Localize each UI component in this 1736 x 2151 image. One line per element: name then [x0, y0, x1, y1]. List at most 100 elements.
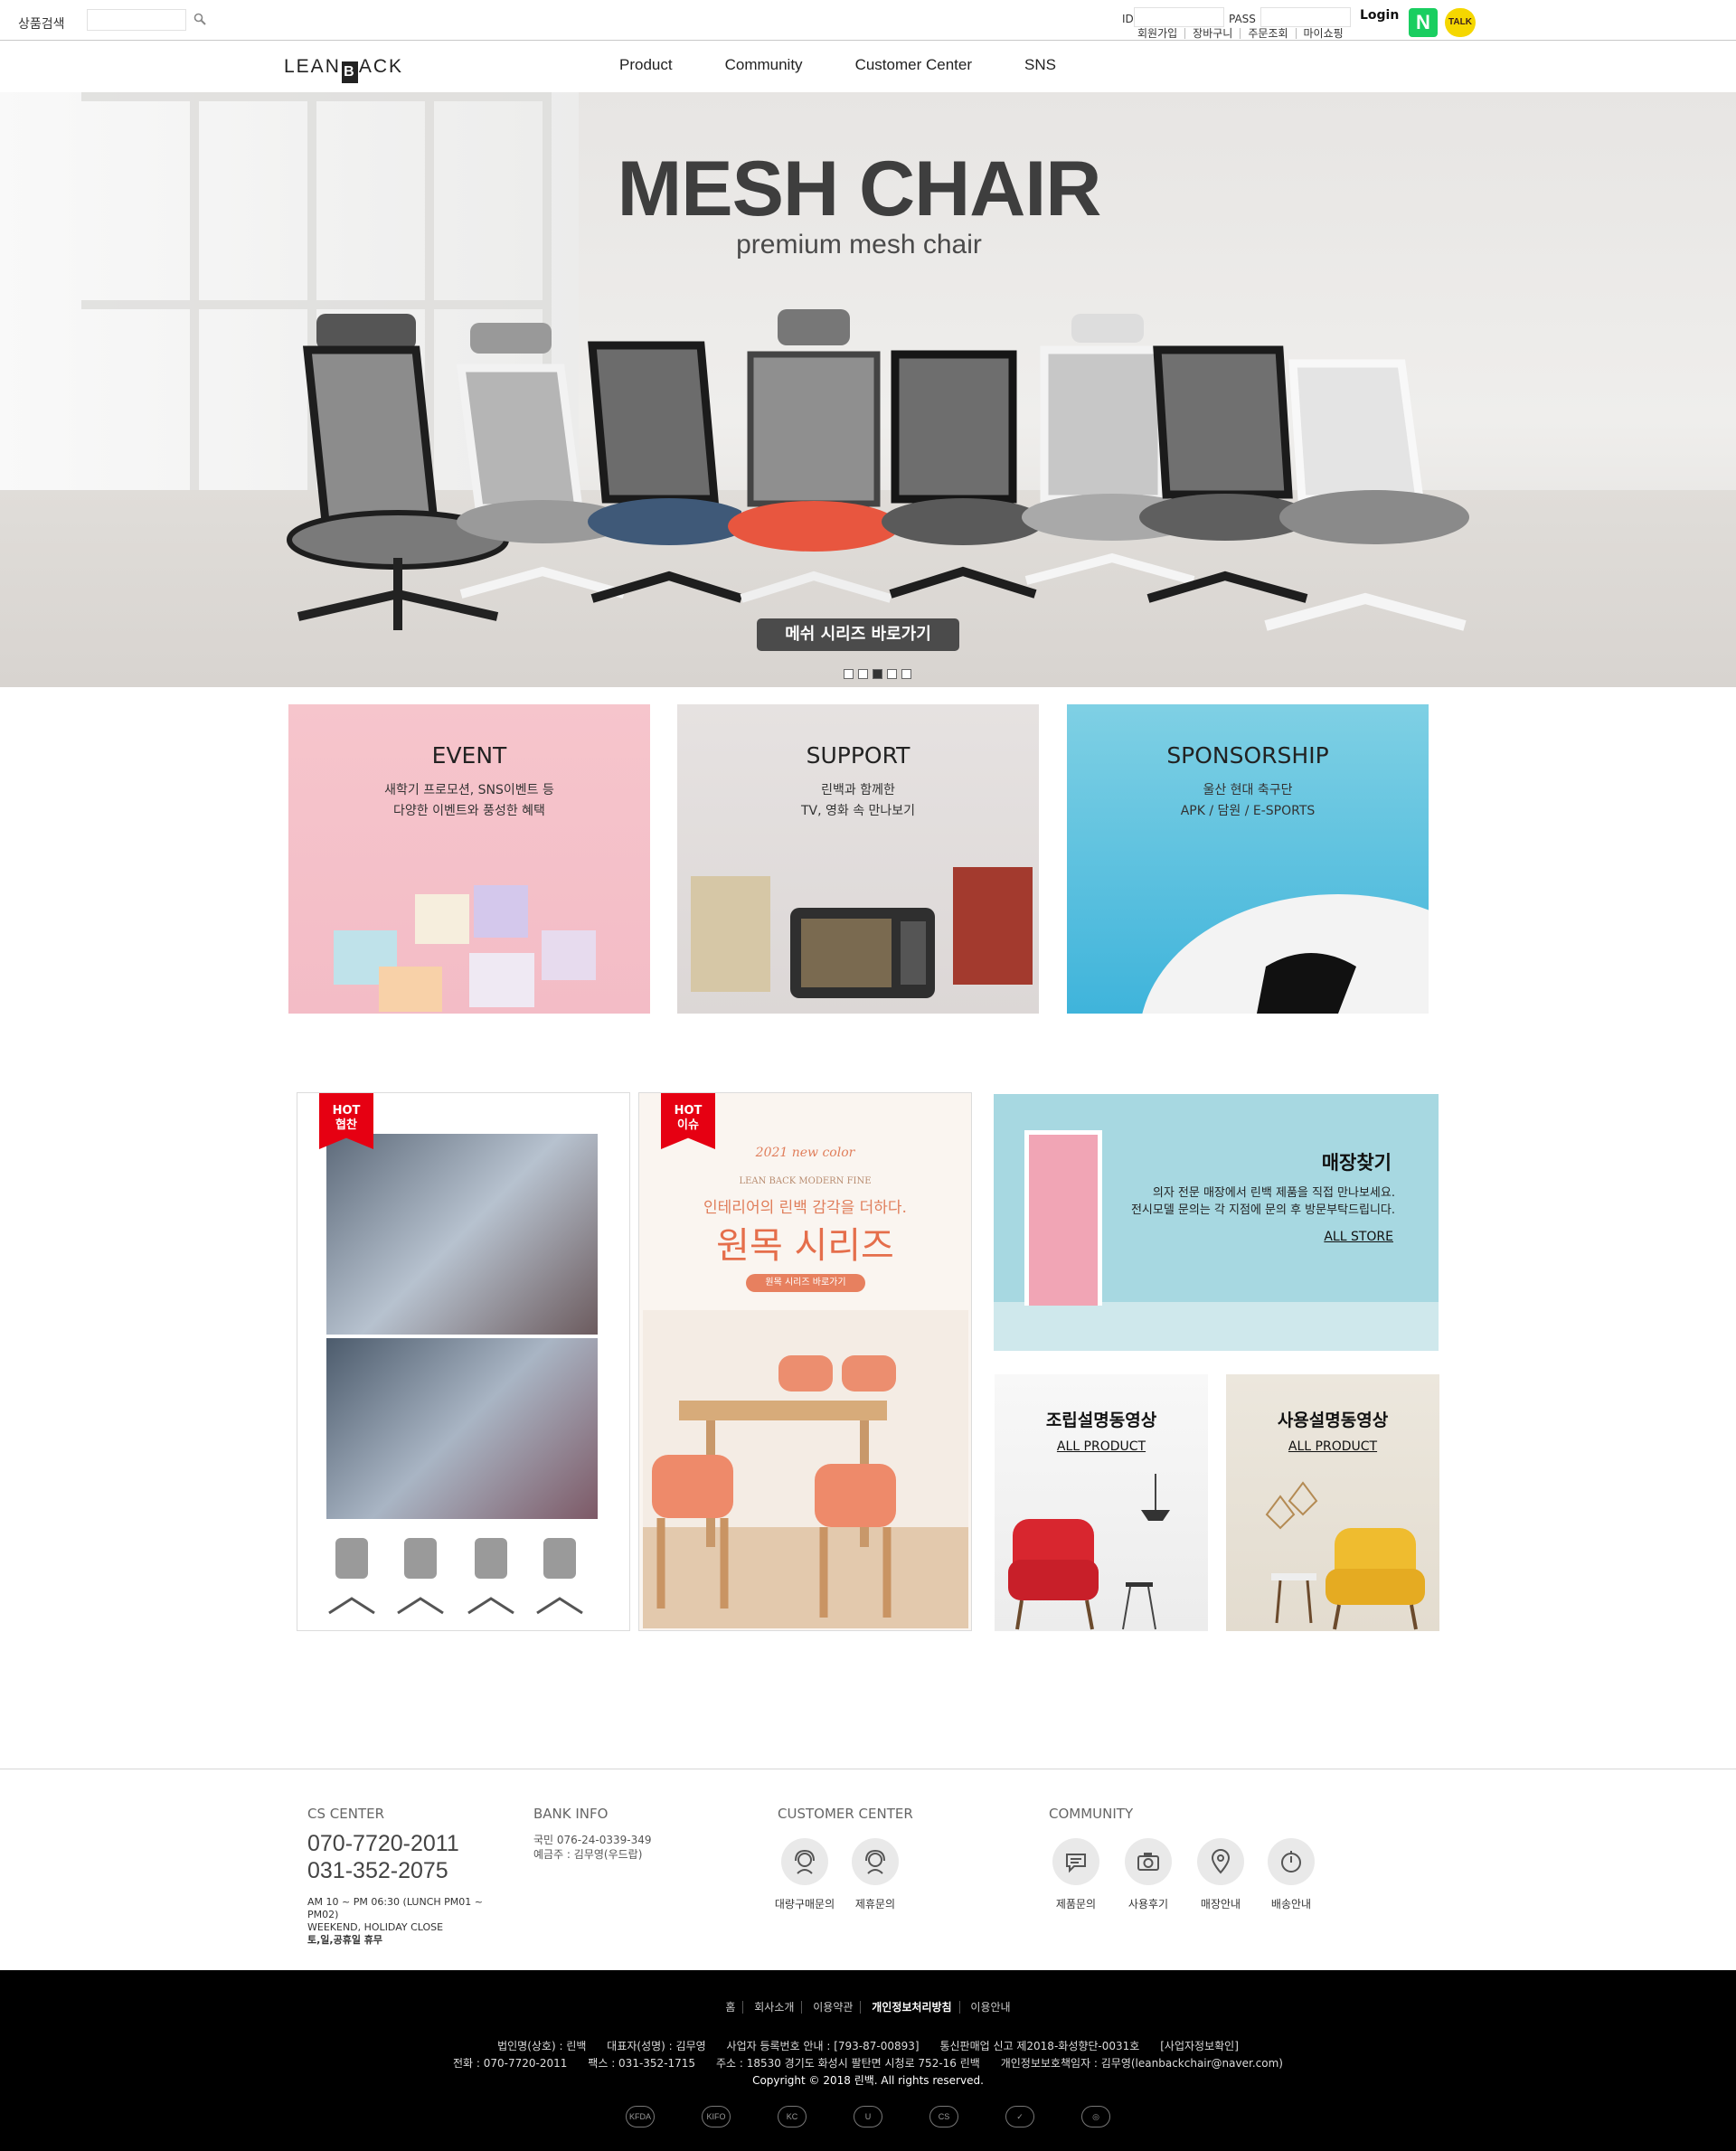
promo-card-event[interactable]: EVENT 새학기 프로모션, SNS이벤트 등 다양한 이벤트와 풍성한 혜택 [288, 704, 650, 1014]
login-button[interactable]: Login [1360, 8, 1399, 23]
wood-series-button[interactable]: 원목 시리즈 바로가기 [746, 1274, 865, 1292]
u-mark-icon: U [854, 2106, 882, 2127]
promo-description: 새학기 프로모션, SNS이벤트 등 다양한 이벤트와 풍성한 혜택 [288, 780, 650, 822]
series-title: 원목 시리즈 [716, 1225, 894, 1267]
red-armchair-image [1008, 1474, 1170, 1630]
hot-ribbon: HOT 이슈 [661, 1093, 715, 1149]
slide-dot-active[interactable] [873, 669, 882, 679]
nav-item-sns[interactable]: SNS [1024, 56, 1056, 74]
shipping-guide[interactable]: 배송안내 [1255, 1838, 1327, 1911]
nav-item-product[interactable]: Product [619, 56, 673, 74]
search-icon[interactable] [193, 13, 206, 25]
search-input[interactable] [87, 9, 186, 31]
link-cart[interactable]: 장바구니 [1185, 28, 1241, 39]
chair-image [588, 341, 741, 603]
bulk-order-inquiry[interactable]: 대량구매문의 [769, 1838, 841, 1911]
reviews[interactable]: 사용후기 [1112, 1838, 1184, 1911]
support-agent-icon [852, 1838, 899, 1885]
hot-sponsor-card[interactable]: HOT 협찬 [297, 1092, 630, 1631]
map-pin-icon [1197, 1838, 1244, 1885]
assembly-video-card[interactable]: 조립설명동영상 ALL PRODUCT [995, 1374, 1208, 1631]
chair-image [1264, 359, 1469, 631]
password-input[interactable] [1260, 7, 1351, 27]
cs-hours-line: AM 10 ~ PM 06:30 (LUNCH PM01 ~ PM02) [307, 1896, 483, 1920]
footer-link-about[interactable]: 회사소개 [747, 2001, 803, 2014]
promo-title: SUPPORT [806, 742, 910, 769]
kakao-talk-icon[interactable]: TALK [1445, 8, 1476, 37]
ribbon-text: HOT [674, 1104, 703, 1118]
kc-mark-icon: KC [778, 2106, 807, 2127]
hero-subtitle: premium mesh chair [736, 230, 982, 259]
usage-video-card[interactable]: 사용설명동영상 ALL PRODUCT [1226, 1374, 1439, 1631]
nav-item-community[interactable]: Community [725, 56, 803, 74]
company-info: 법인명(상호) : 린백 대표자(성명) : 김무영 사업자 등록번호 안내 :… [0, 2038, 1736, 2090]
all-product-link[interactable]: ALL PRODUCT [995, 1439, 1208, 1454]
brand-line: LEAN BACK MODERN FINE [739, 1176, 872, 1186]
all-product-link[interactable]: ALL PRODUCT [1226, 1439, 1439, 1454]
logo-text-left: LEAN [284, 56, 341, 77]
link-my-shopping[interactable]: 마이쇼핑 [1297, 28, 1351, 39]
pass-label: PASS [1229, 13, 1256, 25]
check-mark-icon: ✓ [1005, 2106, 1034, 2127]
mesh-series-button[interactable]: 메쉬 시리즈 바로가기 [757, 618, 959, 651]
cs-hours-line: WEEKEND, HOLIDAY CLOSE [307, 1921, 444, 1933]
chair-thumbnails [328, 1538, 583, 1615]
slide-dot[interactable] [901, 669, 911, 679]
logo[interactable]: LEAN B ACK [284, 56, 403, 83]
product-inquiry[interactable]: 제품문의 [1040, 1838, 1112, 1911]
kfda-mark-icon: KFDA [626, 2106, 655, 2127]
drama-poster-image [326, 1338, 598, 1519]
promo-desc-line: 새학기 프로모션, SNS이벤트 등 [384, 783, 554, 797]
slide-dot[interactable] [858, 669, 868, 679]
store-description: 의자 전문 매장에서 린백 제품을 직접 만나보세요. 전시모델 문의는 각 지… [1131, 1184, 1395, 1219]
camera-icon [1125, 1838, 1172, 1885]
cs-hours: AM 10 ~ PM 06:30 (LUNCH PM01 ~ PM02) WEE… [307, 1896, 506, 1947]
slide-dot[interactable] [844, 669, 854, 679]
naver-icon[interactable]: N [1409, 8, 1438, 37]
hot-issue-card[interactable]: HOT 이슈 2021 new color LEAN BACK MODERN F… [638, 1092, 972, 1631]
bank-holder: 예금주 : 김무영(우드랍) [533, 1848, 643, 1861]
footer-link-terms[interactable]: 이용약관 [806, 2001, 862, 2014]
tv-and-posters-image [691, 867, 1033, 998]
shipping-guide-label: 배송안내 [1270, 1898, 1312, 1910]
certification-marks: KFDA KIFO KC U CS ✓ ◎ [0, 2106, 1736, 2127]
nav-item-customer-center[interactable]: Customer Center [855, 56, 972, 74]
ribbon-text: 협찬 [335, 1118, 357, 1132]
nav-menu: Product Community Customer Center SNS [619, 56, 1109, 74]
soccer-ball-image [1142, 894, 1429, 1014]
promo-desc-line: 울산 현대 축구단 [1203, 783, 1293, 797]
main-nav: LEAN B ACK Product Community Customer Cent… [0, 42, 1736, 92]
bank-info: 국민 076-24-0339-349 예금주 : 김무영(우드랍) [533, 1833, 652, 1862]
new-color-tag: 2021 new color [755, 1146, 855, 1160]
store-title: 매장찾기 [1321, 1152, 1392, 1174]
customer-center-heading: CUSTOMER CENTER [778, 1806, 913, 1822]
partnership-inquiry[interactable]: 제휴문의 [839, 1838, 911, 1911]
footer-link-home[interactable]: 홈 [718, 2001, 744, 2014]
kifo-mark-icon: KIFO [702, 2106, 731, 2127]
cs-phone-2: 031-352-2075 [307, 1858, 448, 1883]
footer-link-guide[interactable]: 이용안내 [963, 2001, 1017, 2014]
store-guide[interactable]: 매장안내 [1184, 1838, 1257, 1911]
all-store-link[interactable]: ALL STORE [1324, 1230, 1393, 1244]
hero-banner[interactable]: MESH CHAIR premium mesh chair 메쉬 시리즈 바로가… [0, 92, 1736, 687]
promo-card-sponsorship[interactable]: SPONSORSHIP 울산 현대 축구단 APK / 담원 / E-SPORT… [1067, 704, 1429, 1014]
link-join[interactable]: 회원가입 [1130, 28, 1186, 39]
clock-icon [1268, 1838, 1315, 1885]
chat-bubble-icon [1052, 1838, 1099, 1885]
partnership-label: 제휴문의 [854, 1898, 896, 1910]
id-input[interactable] [1134, 7, 1224, 27]
tagline: 인테리어의 린백 감각을 더하다. [703, 1199, 907, 1217]
promo-card-support[interactable]: SUPPORT 린백과 함께한 TV, 영화 속 만나보기 [677, 704, 1039, 1014]
slide-dot[interactable] [887, 669, 897, 679]
store-desc-line: 의자 전문 매장에서 린백 제품을 직접 만나보세요. [1152, 1186, 1395, 1200]
link-order-lookup[interactable]: 주문조회 [1241, 28, 1297, 39]
footer-links: 홈 회사소개 이용약관 개인정보처리방침 이용안내 [0, 1999, 1736, 2014]
promo-desc-line: 린백과 함께한 [821, 783, 895, 797]
cs-center-heading: CS CENTER [307, 1806, 384, 1822]
bank-account: 국민 076-24-0339-349 [533, 1834, 652, 1846]
yellow-armchair-image [1265, 1481, 1425, 1630]
store-finder-banner[interactable]: 매장찾기 의자 전문 매장에서 린백 제품을 직접 만나보세요. 전시모델 문의… [994, 1094, 1439, 1351]
cs-hours-line: 토,일,공휴일 휴무 [307, 1934, 383, 1946]
footer-link-privacy[interactable]: 개인정보처리방침 [864, 2001, 960, 2014]
ribbon-text: HOT [332, 1104, 361, 1118]
